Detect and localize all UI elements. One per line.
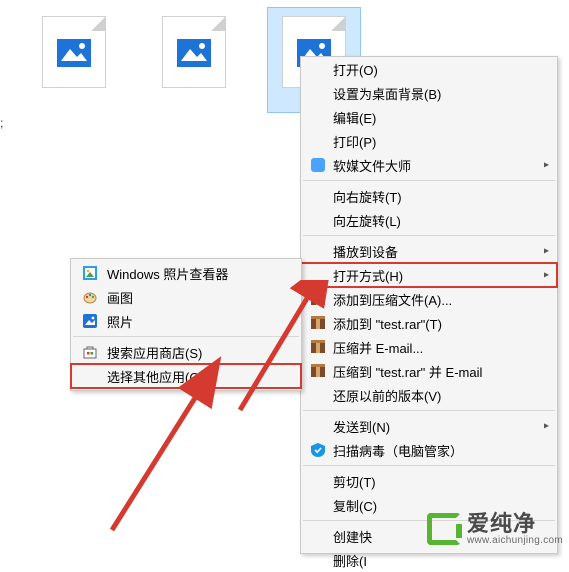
menu-cast[interactable]: 播放到设备 — [301, 239, 557, 263]
paint-icon — [81, 288, 99, 306]
file-name — [148, 92, 240, 98]
context-menu-main: 打开(O) 设置为桌面背景(B) 编辑(E) 打印(P) 软媒文件大师 向右旋转… — [300, 56, 558, 554]
menu-add-archive[interactable]: 添加到压缩文件(A)... — [301, 287, 557, 311]
menu-print[interactable]: 打印(P) — [301, 129, 557, 153]
image-file-icon — [162, 16, 226, 88]
watermark-url: www.aichunjing.com — [467, 536, 563, 547]
menu-restore-prev[interactable]: 还原以前的版本(V) — [301, 383, 557, 407]
submenu-windows-photo-viewer[interactable]: Windows 照片查看器 — [71, 261, 301, 285]
menu-set-bg[interactable]: 设置为桌面背景(B) — [301, 81, 557, 105]
file-name — [28, 92, 120, 98]
blank-icon — [81, 367, 99, 385]
separator — [303, 465, 555, 466]
file-item[interactable] — [28, 8, 120, 112]
left-edge-text: ; — [0, 116, 3, 130]
photo-viewer-icon — [81, 264, 99, 282]
submenu-photos[interactable]: 照片 — [71, 309, 301, 333]
winrar-icon — [309, 362, 327, 380]
separator — [303, 410, 555, 411]
menu-open-with[interactable]: 打开方式(H) — [301, 263, 557, 287]
submenu-paint[interactable]: 画图 — [71, 285, 301, 309]
submenu-search-store[interactable]: 搜索应用商店(S) — [71, 340, 301, 364]
image-file-icon — [42, 16, 106, 88]
submenu-choose-other[interactable]: 选择其他应用(C) — [71, 364, 301, 388]
shield-icon — [309, 441, 327, 459]
menu-compress-to-email[interactable]: 压缩到 "test.rar" 并 E-mail — [301, 359, 557, 383]
winrar-icon — [309, 314, 327, 332]
menu-edit[interactable]: 编辑(E) — [301, 105, 557, 129]
separator — [303, 235, 555, 236]
menu-delete[interactable]: 删除(I — [301, 548, 557, 572]
menu-send-to[interactable]: 发送到(N) — [301, 414, 557, 438]
app-icon — [309, 156, 327, 174]
watermark-title: 爱纯净 — [467, 512, 563, 535]
menu-cut[interactable]: 剪切(T) — [301, 469, 557, 493]
menu-scan[interactable]: 扫描病毒（电脑管家） — [301, 438, 557, 462]
watermark: 爱纯净 www.aichunjing.com — [427, 512, 563, 546]
context-submenu-open-with: Windows 照片查看器 画图 照片 搜索应用商店(S) 选择其他应用(C) — [70, 258, 302, 391]
separator — [303, 180, 555, 181]
menu-rotate-right[interactable]: 向右旋转(T) — [301, 184, 557, 208]
menu-rotate-left[interactable]: 向左旋转(L) — [301, 208, 557, 232]
separator — [73, 336, 299, 337]
menu-soft-master[interactable]: 软媒文件大师 — [301, 153, 557, 177]
store-icon — [81, 343, 99, 361]
watermark-logo-icon — [427, 513, 461, 545]
menu-open[interactable]: 打开(O) — [301, 57, 557, 81]
menu-add-testrar[interactable]: 添加到 "test.rar"(T) — [301, 311, 557, 335]
photos-icon — [81, 312, 99, 330]
winrar-icon — [309, 290, 327, 308]
menu-compress-email[interactable]: 压缩并 E-mail... — [301, 335, 557, 359]
winrar-icon — [309, 338, 327, 356]
file-item[interactable] — [148, 8, 240, 112]
